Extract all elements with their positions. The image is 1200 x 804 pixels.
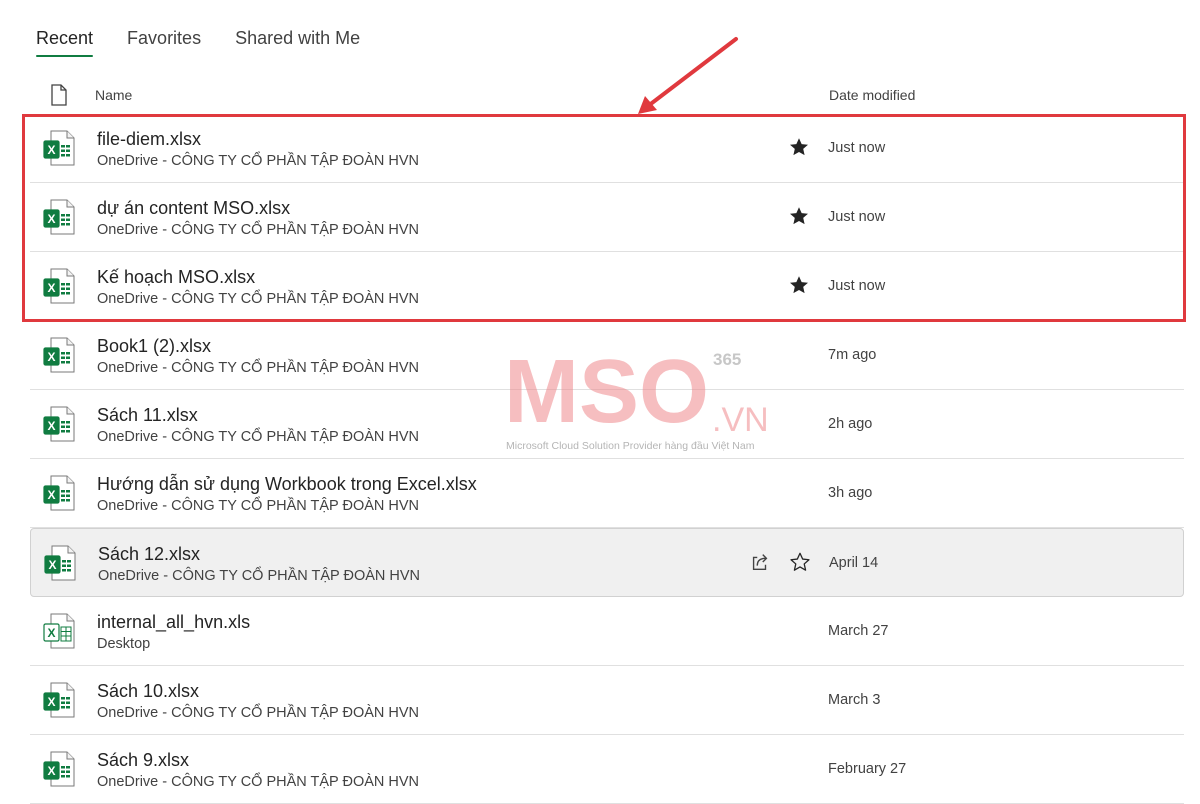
file-date-modified: February 27 xyxy=(828,761,907,777)
file-date-modified: 7m ago xyxy=(828,347,877,363)
svg-text:X: X xyxy=(47,695,55,709)
file-name: Hướng dẫn sử dụng Workbook trong Excel.x… xyxy=(97,474,477,494)
file-row[interactable]: X file-diem.xlsx OneDrive - CÔNG TY CỔ P… xyxy=(30,114,1184,183)
file-name: Sách 9.xlsx xyxy=(97,750,190,770)
file-row[interactable]: X internal_all_hvn.xls Desktop March 27 xyxy=(30,597,1184,666)
file-row[interactable]: X Sách 10.xlsx OneDrive - CÔNG TY CỔ PHẦ… xyxy=(30,666,1184,735)
svg-text:X: X xyxy=(47,419,55,433)
document-icon xyxy=(50,84,68,111)
file-location: OneDrive - CÔNG TY CỔ PHẦN TẬP ĐOÀN HVN xyxy=(97,705,420,721)
file-location: OneDrive - CÔNG TY CỔ PHẦN TẬP ĐOÀN HVN xyxy=(97,498,420,514)
excel-file-icon: X xyxy=(43,544,77,587)
file-date-modified: March 27 xyxy=(828,623,889,639)
star-filled-icon[interactable] xyxy=(788,205,810,227)
file-name: internal_all_hvn.xls xyxy=(97,612,251,632)
file-location: OneDrive - CÔNG TY CỔ PHẦN TẬP ĐOÀN HVN xyxy=(97,429,420,445)
file-date-modified: Just now xyxy=(828,209,886,225)
file-date-modified: April 14 xyxy=(829,555,879,571)
excel-file-icon: X xyxy=(42,681,76,724)
file-row[interactable]: X dự án content MSO.xlsx OneDrive - CÔNG… xyxy=(30,183,1184,252)
excel-file-icon: X xyxy=(42,267,76,310)
excel-file-icon: X xyxy=(42,750,76,793)
star-filled-icon[interactable] xyxy=(788,274,810,296)
tab-shared-with-me[interactable]: Shared with Me xyxy=(235,28,360,55)
star-filled-icon[interactable] xyxy=(788,136,810,158)
svg-text:X: X xyxy=(47,143,55,157)
file-name: file-diem.xlsx xyxy=(97,129,202,149)
file-row[interactable]: X Book1 (2).xlsx OneDrive - CÔNG TY CỔ P… xyxy=(30,321,1184,390)
excel-file-icon: X xyxy=(42,474,76,517)
file-date-modified: March 3 xyxy=(828,692,881,708)
file-date-modified: 3h ago xyxy=(828,485,873,501)
file-location: OneDrive - CÔNG TY CỔ PHẦN TẬP ĐOÀN HVN xyxy=(97,222,420,238)
file-name: Sách 12.xlsx xyxy=(98,544,201,564)
tab-recent[interactable]: Recent xyxy=(36,28,94,57)
file-location: OneDrive - CÔNG TY CỔ PHẦN TẬP ĐOÀN HVN xyxy=(97,774,420,790)
excel-file-icon: X xyxy=(42,405,76,448)
file-date-modified: Just now xyxy=(828,278,886,294)
file-name: Sách 10.xlsx xyxy=(97,681,200,701)
excel-file-icon: X xyxy=(42,336,76,379)
file-name: Book1 (2).xlsx xyxy=(97,336,212,356)
annotation-arrow xyxy=(638,37,738,114)
file-row[interactable]: X Sách 11.xlsx OneDrive - CÔNG TY CỔ PHẦ… xyxy=(30,390,1184,459)
file-location: OneDrive - CÔNG TY CỔ PHẦN TẬP ĐOÀN HVN xyxy=(97,153,420,169)
excel-file-icon: X xyxy=(42,129,76,172)
file-row[interactable]: X Sách 12.xlsx OneDrive - CÔNG TY CỔ PHẦ… xyxy=(30,528,1184,597)
svg-text:X: X xyxy=(47,212,55,226)
file-row[interactable]: X Hướng dẫn sử dụng Workbook trong Excel… xyxy=(30,459,1184,528)
share-icon[interactable] xyxy=(749,551,771,573)
tab-favorites[interactable]: Favorites xyxy=(127,28,201,55)
svg-text:X: X xyxy=(47,281,55,295)
svg-text:X: X xyxy=(48,558,56,572)
file-location: OneDrive - CÔNG TY CỔ PHẦN TẬP ĐOÀN HVN xyxy=(97,360,420,376)
svg-text:X: X xyxy=(47,350,55,364)
file-date-modified: Just now xyxy=(828,140,886,156)
file-location: OneDrive - CÔNG TY CỔ PHẦN TẬP ĐOÀN HVN xyxy=(98,568,421,584)
file-name: Kế hoạch MSO.xlsx xyxy=(97,267,256,287)
tab-bar: Recent Favorites Shared with Me xyxy=(36,28,360,57)
excel-file-icon: X xyxy=(42,612,76,655)
file-name: Sách 11.xlsx xyxy=(97,405,198,425)
star-outline-icon[interactable] xyxy=(789,551,811,573)
file-row[interactable]: X Kế hoạch MSO.xlsx OneDrive - CÔNG TY C… xyxy=(30,252,1184,321)
excel-file-icon: X xyxy=(42,198,76,241)
svg-text:X: X xyxy=(47,488,55,502)
column-header: Name Date modified xyxy=(0,80,1200,110)
file-list: X file-diem.xlsx OneDrive - CÔNG TY CỔ P… xyxy=(30,114,1184,804)
file-name: dự án content MSO.xlsx xyxy=(97,198,291,218)
column-date-modified-header[interactable]: Date modified xyxy=(829,87,915,103)
svg-text:X: X xyxy=(47,626,55,640)
file-date-modified: 2h ago xyxy=(828,416,873,432)
svg-text:X: X xyxy=(47,764,55,778)
file-row[interactable]: X Sách 9.xlsx OneDrive - CÔNG TY CỔ PHẦN… xyxy=(30,735,1184,804)
file-location: Desktop xyxy=(97,636,151,652)
file-location: OneDrive - CÔNG TY CỔ PHẦN TẬP ĐOÀN HVN xyxy=(97,291,420,307)
column-name-header[interactable]: Name xyxy=(95,87,132,103)
